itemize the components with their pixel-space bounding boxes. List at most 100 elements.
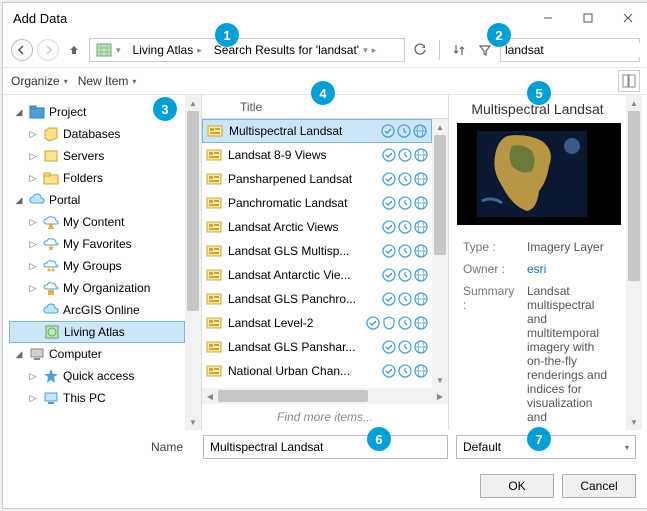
- star-icon: [43, 368, 59, 384]
- item-name: Landsat GLS Panchro...: [228, 292, 376, 306]
- tree-label: This PC: [63, 391, 106, 405]
- maximize-button[interactable]: [568, 3, 608, 33]
- tree-label: Folders: [63, 171, 103, 185]
- item-badges: [382, 292, 428, 306]
- tree-label: Living Atlas: [64, 325, 125, 339]
- minimize-button[interactable]: [528, 3, 568, 33]
- list-hscrollbar[interactable]: ◀ ▶: [202, 388, 448, 404]
- tree-my-organization[interactable]: ▷ My Organization: [9, 277, 185, 299]
- tree-scrollbar[interactable]: ▲ ▼: [185, 95, 201, 430]
- tree-my-favorites[interactable]: ▷ My Favorites: [9, 233, 185, 255]
- tree-my-groups[interactable]: ▷ My Groups: [9, 255, 185, 277]
- cancel-button[interactable]: Cancel: [562, 474, 636, 498]
- sort-button[interactable]: [448, 39, 470, 61]
- cloud-user-icon: [43, 214, 59, 230]
- item-badges: [382, 220, 428, 234]
- type-combo[interactable]: Default ▾: [456, 435, 636, 459]
- tree-label: Quick access: [63, 369, 134, 383]
- tree-computer[interactable]: ◢ Computer: [9, 343, 185, 365]
- new-item-label: New Item: [78, 74, 129, 88]
- item-name: Landsat Level-2: [228, 316, 360, 330]
- refresh-button[interactable]: [409, 39, 431, 61]
- breadcrumb-label: Search Results for 'landsat': [214, 43, 359, 57]
- tree-label: My Organization: [63, 281, 150, 295]
- ok-button[interactable]: OK: [480, 474, 554, 498]
- list-item[interactable]: Landsat Arctic Views: [202, 215, 432, 239]
- organize-toolbar: Organize ▾ New Item ▾: [3, 67, 647, 95]
- item-badges: [381, 124, 427, 138]
- main-body: ◢ Project ▷ Databases ▷ Servers ▷: [3, 95, 647, 430]
- results-pane: Title Multispectral Landsat Landsat 8-9 V…: [201, 95, 449, 430]
- type-value: Imagery Layer: [523, 237, 616, 257]
- new-item-menu[interactable]: New Item ▾: [78, 74, 137, 88]
- owner-link[interactable]: esri: [527, 262, 546, 276]
- item-name: Landsat GLS Multisp...: [228, 244, 376, 258]
- search-input[interactable]: [505, 43, 647, 57]
- tree-folders[interactable]: ▷ Folders: [9, 167, 185, 189]
- window-title: Add Data: [13, 11, 67, 26]
- list-item[interactable]: Landsat Level-2: [202, 311, 432, 335]
- layer-icon: [206, 339, 222, 355]
- titlebar: Add Data: [3, 3, 647, 33]
- detail-scrollbar[interactable]: ▲ ▼: [626, 95, 642, 430]
- filter-button[interactable]: [474, 39, 496, 61]
- breadcrumb-label: Living Atlas: [133, 43, 194, 57]
- location-bar[interactable]: ▾ Living Atlas ▸ Search Results for 'lan…: [89, 38, 405, 62]
- column-title: Title: [240, 100, 262, 114]
- tree-my-content[interactable]: ▷ My Content: [9, 211, 185, 233]
- results-list[interactable]: Multispectral LandsatLandsat 8-9 ViewsPa…: [202, 119, 432, 388]
- item-badges: [382, 196, 428, 210]
- list-item[interactable]: Landsat GLS Panchro...: [202, 287, 432, 311]
- back-button[interactable]: [11, 39, 33, 61]
- list-item[interactable]: Landsat GLS Multisp...: [202, 239, 432, 263]
- tree-label: My Groups: [63, 259, 122, 273]
- details-pane: Multispectral Landsat Type : Imagery Lay…: [449, 95, 642, 430]
- list-item[interactable]: National Urban Chan...: [202, 359, 432, 383]
- list-item[interactable]: Landsat Antarctic Vie...: [202, 263, 432, 287]
- forward-button[interactable]: [37, 39, 59, 61]
- combo-value: Default: [463, 440, 501, 454]
- tree-this-pc[interactable]: ▷ This PC: [9, 387, 185, 409]
- list-item[interactable]: Pansharpened Landsat: [202, 167, 432, 191]
- list-item[interactable]: Landsat GLS Panshar...: [202, 335, 432, 359]
- cloud-star-icon: [43, 236, 59, 252]
- item-name: Multispectral Landsat: [229, 124, 375, 138]
- breadcrumb-search-results[interactable]: Search Results for 'landsat' ▾ ▸: [208, 39, 382, 61]
- portal-icon: [29, 192, 45, 208]
- list-item[interactable]: Landsat 8-9 Views: [202, 143, 432, 167]
- list-scrollbar[interactable]: ▲ ▼: [432, 119, 448, 388]
- add-data-dialog: 1 2 3 4 5 6 7 Add Data ▾: [2, 2, 647, 509]
- breadcrumb-living-atlas[interactable]: Living Atlas ▸: [127, 39, 208, 61]
- tree-label: My Favorites: [63, 237, 132, 251]
- name-label: Name: [3, 440, 195, 454]
- tree-label: My Content: [63, 215, 124, 229]
- map-icon: [96, 42, 112, 58]
- type-label: Type :: [459, 237, 521, 257]
- view-mode-button[interactable]: [618, 70, 640, 92]
- organize-menu[interactable]: Organize ▾: [11, 74, 68, 88]
- find-more-link[interactable]: Find more items...: [202, 404, 448, 430]
- project-icon: [29, 104, 45, 120]
- list-item[interactable]: Panchromatic Landsat: [202, 191, 432, 215]
- layer-icon: [206, 243, 222, 259]
- layer-icon: [206, 291, 222, 307]
- catalog-tree[interactable]: ◢ Project ▷ Databases ▷ Servers ▷: [9, 95, 185, 430]
- layer-icon: [207, 123, 223, 139]
- name-input[interactable]: [203, 435, 448, 459]
- item-badges: [382, 172, 428, 186]
- close-button[interactable]: [608, 3, 647, 33]
- layer-icon: [206, 267, 222, 283]
- tree-quick-access[interactable]: ▷ Quick access: [9, 365, 185, 387]
- results-header[interactable]: Title: [202, 95, 448, 119]
- owner-label: Owner :: [459, 259, 521, 279]
- tree-living-atlas[interactable]: Living Atlas: [9, 321, 185, 343]
- tree-databases[interactable]: ▷ Databases: [9, 123, 185, 145]
- tree-project[interactable]: ◢ Project: [9, 101, 185, 123]
- location-root[interactable]: ▾: [90, 39, 127, 61]
- tree-portal[interactable]: ◢ Portal: [9, 189, 185, 211]
- summary-label: Summary :: [459, 281, 521, 427]
- tree-servers[interactable]: ▷ Servers: [9, 145, 185, 167]
- tree-arcgis-online[interactable]: ArcGIS Online: [9, 299, 185, 321]
- list-item[interactable]: Multispectral Landsat: [202, 119, 432, 143]
- up-button[interactable]: [63, 39, 85, 61]
